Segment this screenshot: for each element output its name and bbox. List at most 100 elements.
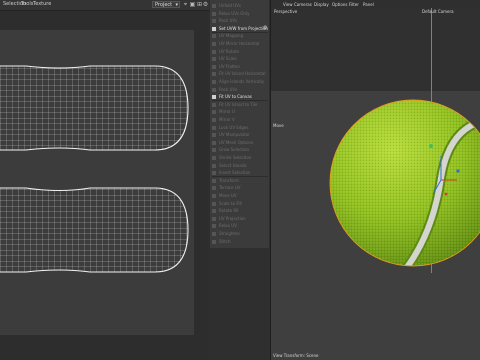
- menu-panel[interactable]: Panel: [363, 2, 374, 7]
- command-icon: [212, 140, 216, 145]
- command-label: Scale to Fill: [219, 200, 242, 206]
- command-item[interactable]: Terrace UV: [212, 184, 269, 191]
- command-item[interactable]: UV Manipulator: [212, 131, 269, 138]
- command-list: Unfold UVs Relax UVs Only Pack UVs Set UVW …: [210, 0, 269, 248]
- command-item[interactable]: Grow Selection: [212, 146, 269, 153]
- command-label: Move UV: [219, 193, 237, 198]
- command-icon: [212, 64, 216, 69]
- command-icon: [212, 110, 216, 115]
- command-icon: [212, 19, 216, 24]
- command-label: Shrink Selection: [219, 155, 252, 160]
- menu-tools[interactable]: Tools: [21, 1, 33, 7]
- uv-island-bottom[interactable]: [0, 180, 194, 280]
- command-label: Invert Selection: [219, 170, 251, 176]
- command-label: UV Mesh Options: [219, 139, 254, 145]
- command-item[interactable]: Rotate 90: [212, 207, 269, 214]
- command-item[interactable]: UV Flatten: [212, 63, 269, 70]
- uv-editor: Selection Tools Texture Project ▾ ⌖ ▣ ⊞ …: [0, 0, 209, 360]
- uv-islands: [0, 60, 194, 280]
- command-label: Relax UVs Only: [219, 10, 250, 16]
- command-icon: [212, 95, 216, 100]
- command-item[interactable]: Invert Selection: [212, 169, 269, 176]
- uv-island-top[interactable]: [0, 60, 194, 160]
- command-label: Fit UV Island to Tile: [219, 101, 258, 107]
- settings-icon[interactable]: ⚙: [202, 1, 209, 8]
- menu-filter[interactable]: Filter: [349, 2, 359, 7]
- viewport-menubar: View Cameras Display Options Filter Pane…: [271, 0, 480, 8]
- projection-dropdown-value: Project: [155, 2, 173, 8]
- command-item[interactable]: Fit UV Island to Tile: [212, 101, 269, 108]
- menu-cameras[interactable]: Cameras: [294, 2, 312, 7]
- command-item[interactable]: Shrink Selection: [212, 154, 269, 161]
- command-item[interactable]: Mirror U: [212, 108, 269, 115]
- command-icon: [212, 49, 216, 54]
- pin-icon[interactable]: ⌖: [182, 1, 189, 8]
- chevron-down-icon: ▾: [175, 2, 178, 8]
- command-label: Relax UV: [219, 223, 237, 229]
- command-label: Stitch: [219, 238, 231, 244]
- menu-display[interactable]: Display: [314, 2, 329, 7]
- command-item[interactable]: UV Mirror Horizontal: [212, 40, 269, 47]
- command-item[interactable]: UV Rotate: [212, 48, 269, 55]
- command-item[interactable]: Transform: [212, 177, 269, 184]
- menu-view[interactable]: View: [283, 2, 293, 7]
- viewport-panel: View Cameras Display Options Filter Pane…: [270, 0, 480, 360]
- gear-icon[interactable]: ⚙: [263, 25, 267, 31]
- command-item[interactable]: Fit UV to Canvas: [212, 93, 269, 100]
- command-icon: [212, 26, 216, 31]
- command-label: Fit UV to Canvas: [219, 94, 252, 100]
- command-icon: [212, 232, 216, 236]
- command-label: Pack UVs: [219, 18, 238, 24]
- command-item[interactable]: Straighten: [212, 230, 269, 237]
- command-label: Align Islands Vertically: [219, 79, 265, 84]
- command-label: Rotate 90: [219, 208, 239, 214]
- command-item[interactable]: Relax UV: [212, 222, 269, 229]
- command-label: Lock UV Edges: [219, 124, 249, 130]
- command-label: UV Flatten: [219, 63, 240, 69]
- command-icon: [212, 201, 216, 206]
- command-label: Terrace UV: [219, 185, 241, 191]
- command-icon: [212, 72, 216, 77]
- command-icon: [212, 42, 216, 46]
- command-item[interactable]: UV Scale: [212, 55, 269, 62]
- command-icon: [212, 239, 216, 244]
- command-label: Set UVW from Projection: [219, 25, 269, 31]
- tennis-ball[interactable]: [329, 99, 480, 270]
- command-label: UV Projection: [219, 215, 246, 221]
- command-item[interactable]: Pack UVs: [212, 17, 269, 24]
- command-item[interactable]: Pack UVs: [212, 86, 269, 93]
- menu-options[interactable]: Options: [332, 2, 347, 7]
- command-item[interactable]: Set UVW from Projection: [212, 25, 269, 32]
- command-item[interactable]: Unfold UVs: [212, 2, 269, 9]
- command-item[interactable]: Align Islands Vertically: [212, 78, 269, 85]
- command-item[interactable]: UV Projection: [212, 215, 269, 222]
- command-icon: [212, 133, 216, 138]
- command-label: UV Scale: [219, 56, 237, 62]
- command-icon: [212, 224, 216, 229]
- menu-texture[interactable]: Texture: [33, 1, 51, 7]
- command-label: UV Rotate: [219, 48, 240, 54]
- projection-dropdown[interactable]: Project ▾: [152, 1, 180, 8]
- command-label: UV Mapping: [219, 33, 244, 39]
- command-item[interactable]: Relax UVs Only: [212, 10, 269, 17]
- command-label: UV Manipulator: [219, 132, 250, 138]
- command-icon: [212, 125, 216, 130]
- command-label: Mirror V: [219, 117, 235, 122]
- command-item[interactable]: Fit UV Island Horizontal: [212, 70, 269, 77]
- command-item[interactable]: UV Mapping: [212, 32, 269, 39]
- command-label: Select Islands: [219, 162, 247, 168]
- command-item[interactable]: Move UV: [212, 192, 269, 199]
- command-icon: [212, 163, 216, 168]
- command-item[interactable]: Select Islands: [212, 162, 269, 169]
- uv-canvas[interactable]: [0, 30, 194, 335]
- command-item[interactable]: Mirror V: [212, 116, 269, 123]
- command-label: Grow Selection: [219, 147, 250, 153]
- lock-icon[interactable]: ▣: [189, 1, 196, 8]
- command-item[interactable]: UV Mesh Options: [212, 139, 269, 146]
- command-icon: [212, 156, 216, 160]
- command-icon: [212, 171, 216, 176]
- command-item[interactable]: Lock UV Edges: [212, 124, 269, 131]
- command-item[interactable]: Scale to Fill: [212, 200, 269, 207]
- command-item[interactable]: Stitch: [212, 238, 269, 245]
- tennis-ball-scene: [329, 99, 480, 270]
